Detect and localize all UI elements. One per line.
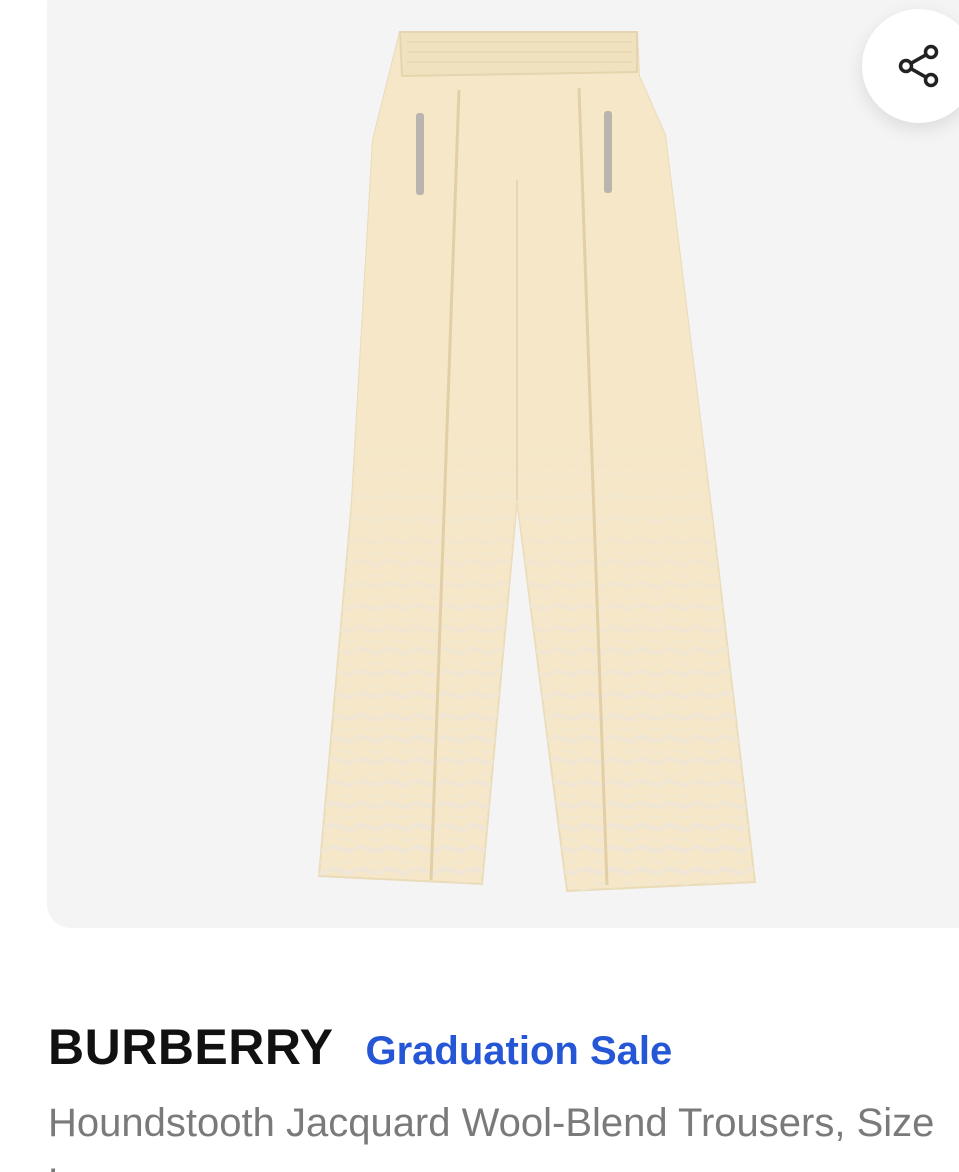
share-icon	[898, 44, 939, 88]
product-detail-page: BURBERRY Graduation Sale Houndstooth Jac…	[0, 0, 959, 1172]
product-title-row: BURBERRY Graduation Sale	[48, 1018, 672, 1076]
product-description: Houndstooth Jacquard Wool-Blend Trousers…	[48, 1101, 935, 1172]
product-image-card	[47, 0, 959, 928]
promo-link[interactable]: Graduation Sale	[366, 1029, 673, 1074]
product-image	[317, 31, 757, 893]
brand-name[interactable]: BURBERRY	[48, 1018, 334, 1076]
